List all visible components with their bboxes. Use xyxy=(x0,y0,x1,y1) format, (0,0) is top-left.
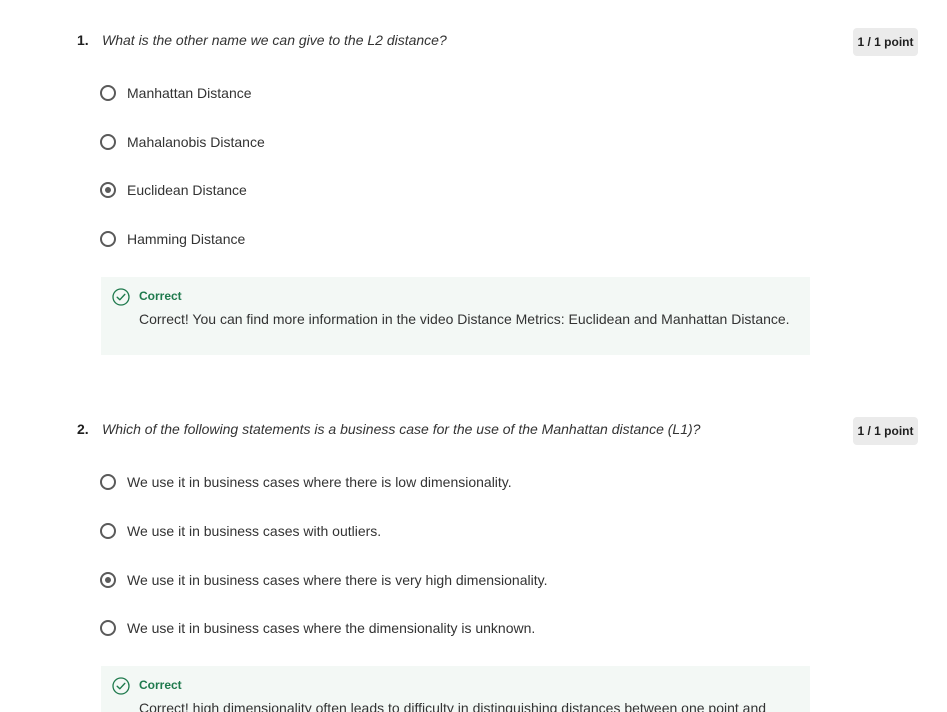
option-2[interactable]: We use it in business cases with outlier… xyxy=(100,521,381,541)
radio-button-selected[interactable] xyxy=(100,182,116,198)
question-text: What is the other name we can give to th… xyxy=(102,32,447,48)
option-label: We use it in business cases where the di… xyxy=(127,620,536,636)
check-circle-icon xyxy=(112,288,130,306)
feedback-text: Correct! high dimensionality often leads… xyxy=(139,700,767,712)
option-label: We use it in business cases where there … xyxy=(127,474,512,490)
feedback-title: Correct xyxy=(139,289,182,303)
option-label: We use it in business cases where there … xyxy=(127,572,548,588)
radio-button[interactable] xyxy=(100,523,116,539)
points-badge: 1 / 1 point xyxy=(853,28,918,56)
option-2[interactable]: Mahalanobis Distance xyxy=(100,132,265,152)
option-label: Euclidean Distance xyxy=(127,182,247,198)
radio-button[interactable] xyxy=(100,231,116,247)
option-4[interactable]: Hamming Distance xyxy=(100,229,245,249)
question-text: Which of the following statements is a b… xyxy=(102,421,701,437)
points-badge: 1 / 1 point xyxy=(853,417,918,445)
feedback-title: Correct xyxy=(139,678,182,692)
option-3[interactable]: Euclidean Distance xyxy=(100,180,247,200)
radio-button[interactable] xyxy=(100,134,116,150)
option-label: Manhattan Distance xyxy=(127,85,252,101)
radio-button[interactable] xyxy=(100,85,116,101)
radio-button-selected[interactable] xyxy=(100,572,116,588)
feedback-text: Correct! You can find more information i… xyxy=(139,311,790,327)
question-number: 1. xyxy=(77,32,89,48)
question-header: 2. Which of the following statements is … xyxy=(77,418,700,440)
question-header: 1. What is the other name we can give to… xyxy=(77,29,447,51)
question-number: 2. xyxy=(77,421,89,437)
radio-button[interactable] xyxy=(100,474,116,490)
option-4[interactable]: We use it in business cases where the di… xyxy=(100,618,535,638)
check-circle-icon xyxy=(112,677,130,695)
option-1[interactable]: We use it in business cases where there … xyxy=(100,472,512,492)
feedback-panel: Correct Correct! high dimensionality oft… xyxy=(101,666,810,712)
feedback-panel: Correct Correct! You can find more infor… xyxy=(101,277,810,355)
option-1[interactable]: Manhattan Distance xyxy=(100,83,252,103)
option-3[interactable]: We use it in business cases where there … xyxy=(100,570,547,590)
option-label: Mahalanobis Distance xyxy=(127,134,265,150)
radio-button[interactable] xyxy=(100,620,116,636)
option-label: We use it in business cases with outlier… xyxy=(127,523,382,539)
quiz-page: 1. What is the other name we can give to… xyxy=(0,0,947,712)
option-label: Hamming Distance xyxy=(127,231,246,247)
